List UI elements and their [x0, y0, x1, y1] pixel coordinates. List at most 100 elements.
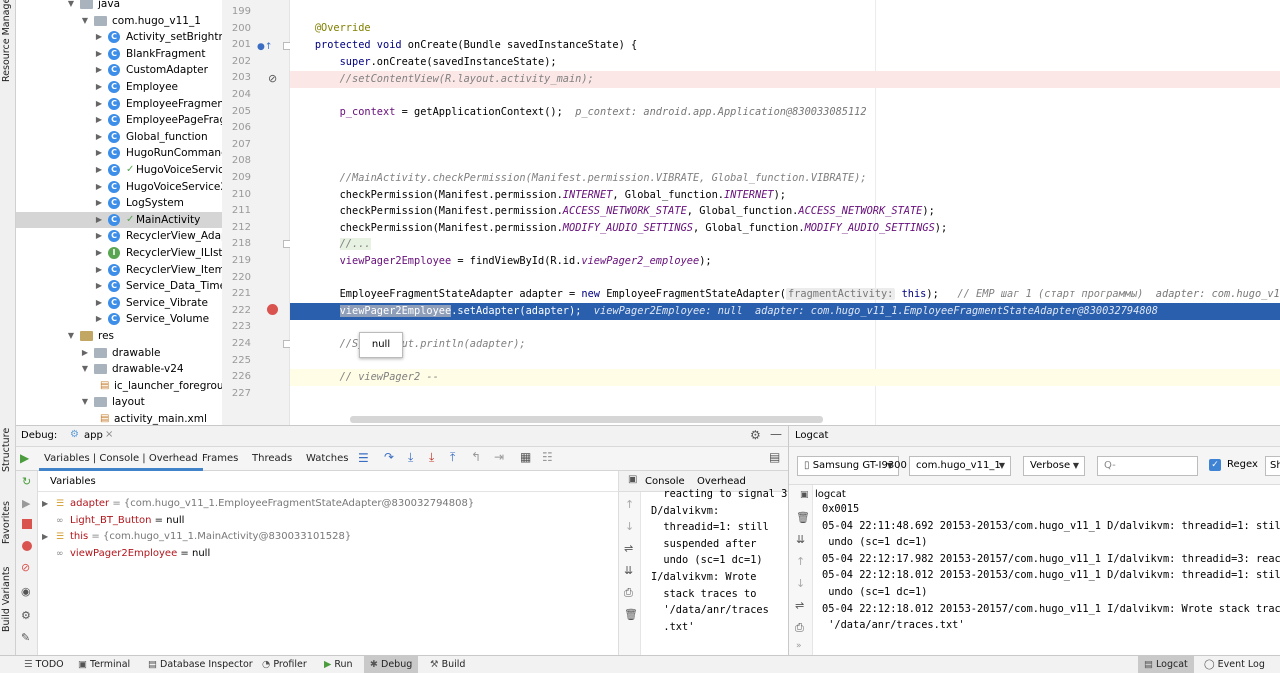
settings-icon[interactable]: ⚙: [21, 609, 31, 622]
tab-overhead[interactable]: Overhead: [697, 476, 746, 487]
tree-item[interactable]: ▶ C RecyclerView_Adapter: [16, 228, 222, 244]
code-line[interactable]: checkPermission(Manifest.permission.MODI…: [290, 220, 1280, 237]
code-line[interactable]: checkPermission(Manifest.permission.INTE…: [290, 187, 1280, 204]
code-line[interactable]: p_context = getApplicationContext(); p_c…: [290, 104, 1280, 121]
structure-tab[interactable]: Structure: [1, 428, 12, 472]
resource-manager-tab[interactable]: Resource Manager: [1, 0, 12, 82]
regex-checkbox[interactable]: ✓: [1209, 459, 1221, 471]
tree-item[interactable]: ▶ C LogSystem: [16, 195, 222, 211]
tree-item[interactable]: ▶ C EmployeePageFragment: [16, 112, 222, 128]
chevron-right-icon[interactable]: ▶: [94, 62, 104, 78]
tree-item[interactable]: ▶ C Global_function: [16, 129, 222, 145]
resume-icon[interactable]: ▶: [20, 451, 29, 465]
menu-icon[interactable]: ☰: [358, 451, 369, 465]
breakpoint-icon[interactable]: [267, 304, 278, 315]
tree-item[interactable]: ▶ I RecyclerView_ILIstener: [16, 245, 222, 261]
trash-icon[interactable]: 🗑: [624, 608, 638, 621]
code-line[interactable]: //...: [290, 236, 1280, 253]
scroll-to-end-icon[interactable]: ⇊: [624, 564, 633, 577]
tab-watches[interactable]: Watches: [306, 447, 349, 471]
chevron-right-icon[interactable]: ▶: [94, 195, 104, 211]
tab-threads[interactable]: Threads: [252, 447, 292, 471]
chevron-right-icon[interactable]: ▶: [94, 295, 104, 311]
gear-icon[interactable]: ⚙: [750, 428, 761, 442]
tree-item[interactable]: ▶ C Service_Vibrate: [16, 295, 222, 311]
chevron-right-icon[interactable]: ▶: [94, 96, 104, 112]
run-to-cursor-icon[interactable]: ⇥: [494, 450, 504, 464]
variable-row[interactable]: ∞ viewPager2Employee = null: [42, 545, 210, 562]
terminal-tab[interactable]: ▣ Terminal: [78, 656, 130, 673]
tree-item[interactable]: ▶ C ✓ HugoVoiceService: [16, 162, 222, 178]
camera-icon[interactable]: ◉: [21, 585, 31, 598]
scroll-down-icon[interactable]: ↓: [796, 577, 805, 590]
horizontal-scrollbar[interactable]: [350, 416, 823, 423]
code-line[interactable]: //setContentView(R.layout.activity_main)…: [290, 71, 1280, 88]
chevron-right-icon[interactable]: ▶: [94, 228, 104, 244]
tree-item[interactable]: ▶ C ✓ MainActivity: [16, 211, 222, 228]
chevron-right-icon[interactable]: ▶: [94, 212, 104, 228]
device-select[interactable]: ▯ Samsung GT-I9300 ▼: [797, 456, 907, 476]
chevron-right-icon[interactable]: ▶: [94, 278, 104, 294]
build-tab[interactable]: ⚒ Build: [430, 656, 465, 673]
override-marker-icon[interactable]: ●↑: [257, 42, 272, 52]
debug-config-tab[interactable]: app: [84, 430, 103, 441]
tree-item[interactable]: ▼ layout: [16, 394, 222, 410]
tree-item[interactable]: ▶ C CustomAdapter: [16, 62, 222, 78]
step-over-icon[interactable]: ↷: [384, 450, 394, 464]
evaluate-icon[interactable]: ▦: [520, 450, 531, 464]
chevron-right-icon[interactable]: ▶: [80, 345, 90, 361]
logcat-sub-tab[interactable]: logcat: [815, 489, 846, 500]
print-icon[interactable]: ⎙: [795, 621, 804, 635]
code-editor[interactable]: @Override protected void onCreate(Bundle…: [290, 0, 1280, 425]
chevron-right-icon[interactable]: ▶: [94, 112, 104, 128]
tree-item[interactable]: ▤ activity_main.xml: [16, 411, 222, 425]
run-tab[interactable]: ▶ Run: [324, 656, 353, 673]
show-only-select[interactable]: Sh: [1265, 456, 1280, 476]
tree-item[interactable]: ▶ C HugoVoiceService2: [16, 179, 222, 195]
tree-item[interactable]: ▶ C BlankFragment: [16, 46, 222, 62]
print-icon[interactable]: ⎙: [624, 586, 633, 600]
stop-icon[interactable]: [22, 519, 32, 529]
tab-console[interactable]: Console: [645, 476, 685, 487]
chevron-right-icon[interactable]: ▶: [94, 179, 104, 195]
package-select[interactable]: com.hugo_v11_1 ▼: [909, 456, 1011, 476]
tab-frames[interactable]: Frames: [202, 447, 238, 471]
tree-item[interactable]: ▤ ic_launcher_foreground.xml: [16, 378, 222, 394]
trace-icon[interactable]: ☷: [542, 450, 553, 464]
resume-program-icon[interactable]: ▶: [22, 497, 30, 510]
scroll-up-icon[interactable]: ↑: [796, 555, 805, 568]
chevron-down-icon[interactable]: ▼: [66, 0, 76, 12]
scroll-down-icon[interactable]: ↓: [625, 520, 634, 533]
trash-icon[interactable]: 🗑: [796, 511, 810, 524]
tab-variables-console-overhead[interactable]: Variables | Console | Overhead: [39, 447, 203, 471]
profiler-tab[interactable]: ◔ Profiler: [262, 656, 307, 673]
chevron-right-icon[interactable]: ▶: [94, 162, 104, 178]
tree-item[interactable]: ▶ C Service_Volume: [16, 311, 222, 327]
minimize-icon[interactable]: —: [770, 427, 782, 441]
code-line[interactable]: viewPager2Employee = findViewById(R.id.v…: [290, 253, 1280, 270]
chevron-down-icon[interactable]: ▼: [66, 328, 76, 344]
chevron-right-icon[interactable]: ▶: [94, 129, 104, 145]
logcat-tab[interactable]: ▤ Logcat: [1138, 656, 1194, 673]
more-icon[interactable]: »: [796, 641, 802, 651]
todo-tab[interactable]: ☰ TODO: [24, 656, 64, 673]
tree-item[interactable]: ▶ C EmployeeFragment: [16, 96, 222, 112]
code-line[interactable]: //MainActivity.checkPermission(Manifest.…: [290, 170, 1280, 187]
drop-frame-icon[interactable]: ↰: [471, 450, 481, 464]
code-line[interactable]: checkPermission(Manifest.permission.ACCE…: [290, 203, 1280, 220]
chevron-right-icon[interactable]: ▶: [94, 29, 104, 45]
code-line[interactable]: EmployeeFragmentStateAdapter adapter = n…: [290, 286, 1280, 303]
chevron-right-icon[interactable]: ▶: [94, 46, 104, 62]
chevron-right-icon[interactable]: ▶: [42, 528, 56, 545]
tree-item[interactable]: ▶ drawable: [16, 345, 222, 361]
chevron-right-icon[interactable]: ▶: [42, 495, 56, 512]
view-breakpoints-icon[interactable]: [22, 541, 32, 551]
scroll-up-icon[interactable]: ↑: [625, 498, 634, 511]
logcat-search-input[interactable]: Q-: [1097, 456, 1198, 476]
scroll-to-end-icon[interactable]: ⇊: [796, 533, 805, 546]
database-inspector-tab[interactable]: ▤ Database Inspector: [148, 656, 253, 673]
tree-item[interactable]: ▶ C Service_Data_Timer: [16, 278, 222, 294]
execution-line[interactable]: viewPager2Employee.setAdapter(adapter); …: [290, 303, 1280, 320]
chevron-right-icon[interactable]: ▶: [94, 145, 104, 161]
debug-tab[interactable]: ✱ Debug: [364, 656, 419, 673]
